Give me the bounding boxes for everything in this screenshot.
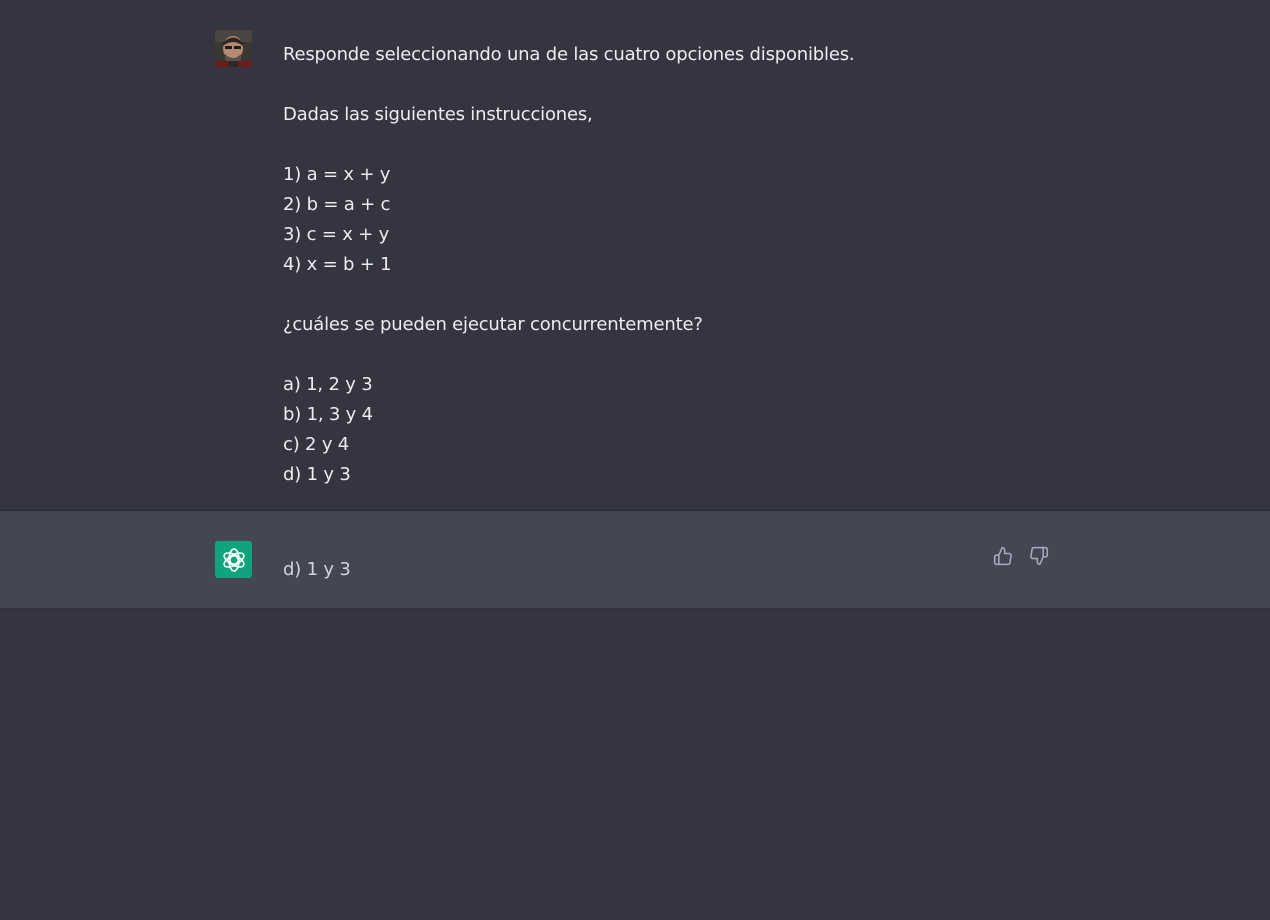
instruction-line: 4) x = b + 1 [283,254,392,275]
assistant-message-row [0,511,1270,609]
thumbs-up-icon [993,546,1012,566]
option-line: a) 1, 2 y 3 [283,374,373,395]
instruction-line: 1) a = x + y [283,164,391,185]
user-paragraph: Responde seleccionando una de las cuatro… [283,44,855,65]
user-question: ¿cuáles se pueden ejecutar concurrenteme… [283,314,703,335]
openai-logo-icon [222,547,245,572]
user-avatar [215,30,252,67]
assistant-answer: d) 1 y 3 [283,559,351,580]
thumbs-up-button[interactable] [992,545,1014,567]
thumbs-down-icon [1030,546,1049,566]
thumbs-down-button[interactable] [1028,545,1050,567]
user-paragraph: Dadas las siguientes instrucciones, [283,104,593,125]
instruction-line: 2) b = a + c [283,194,391,215]
user-avatar-photo-icon [215,30,252,67]
option-line: c) 2 y 4 [283,434,350,455]
instruction-line: 3) c = x + y [283,224,390,245]
option-line: b) 1, 3 y 4 [283,404,373,425]
option-line: d) 1 y 3 [283,464,351,485]
user-message-text: Responde seleccionando una de las cuatro… [283,40,1043,490]
assistant-avatar [215,541,252,578]
